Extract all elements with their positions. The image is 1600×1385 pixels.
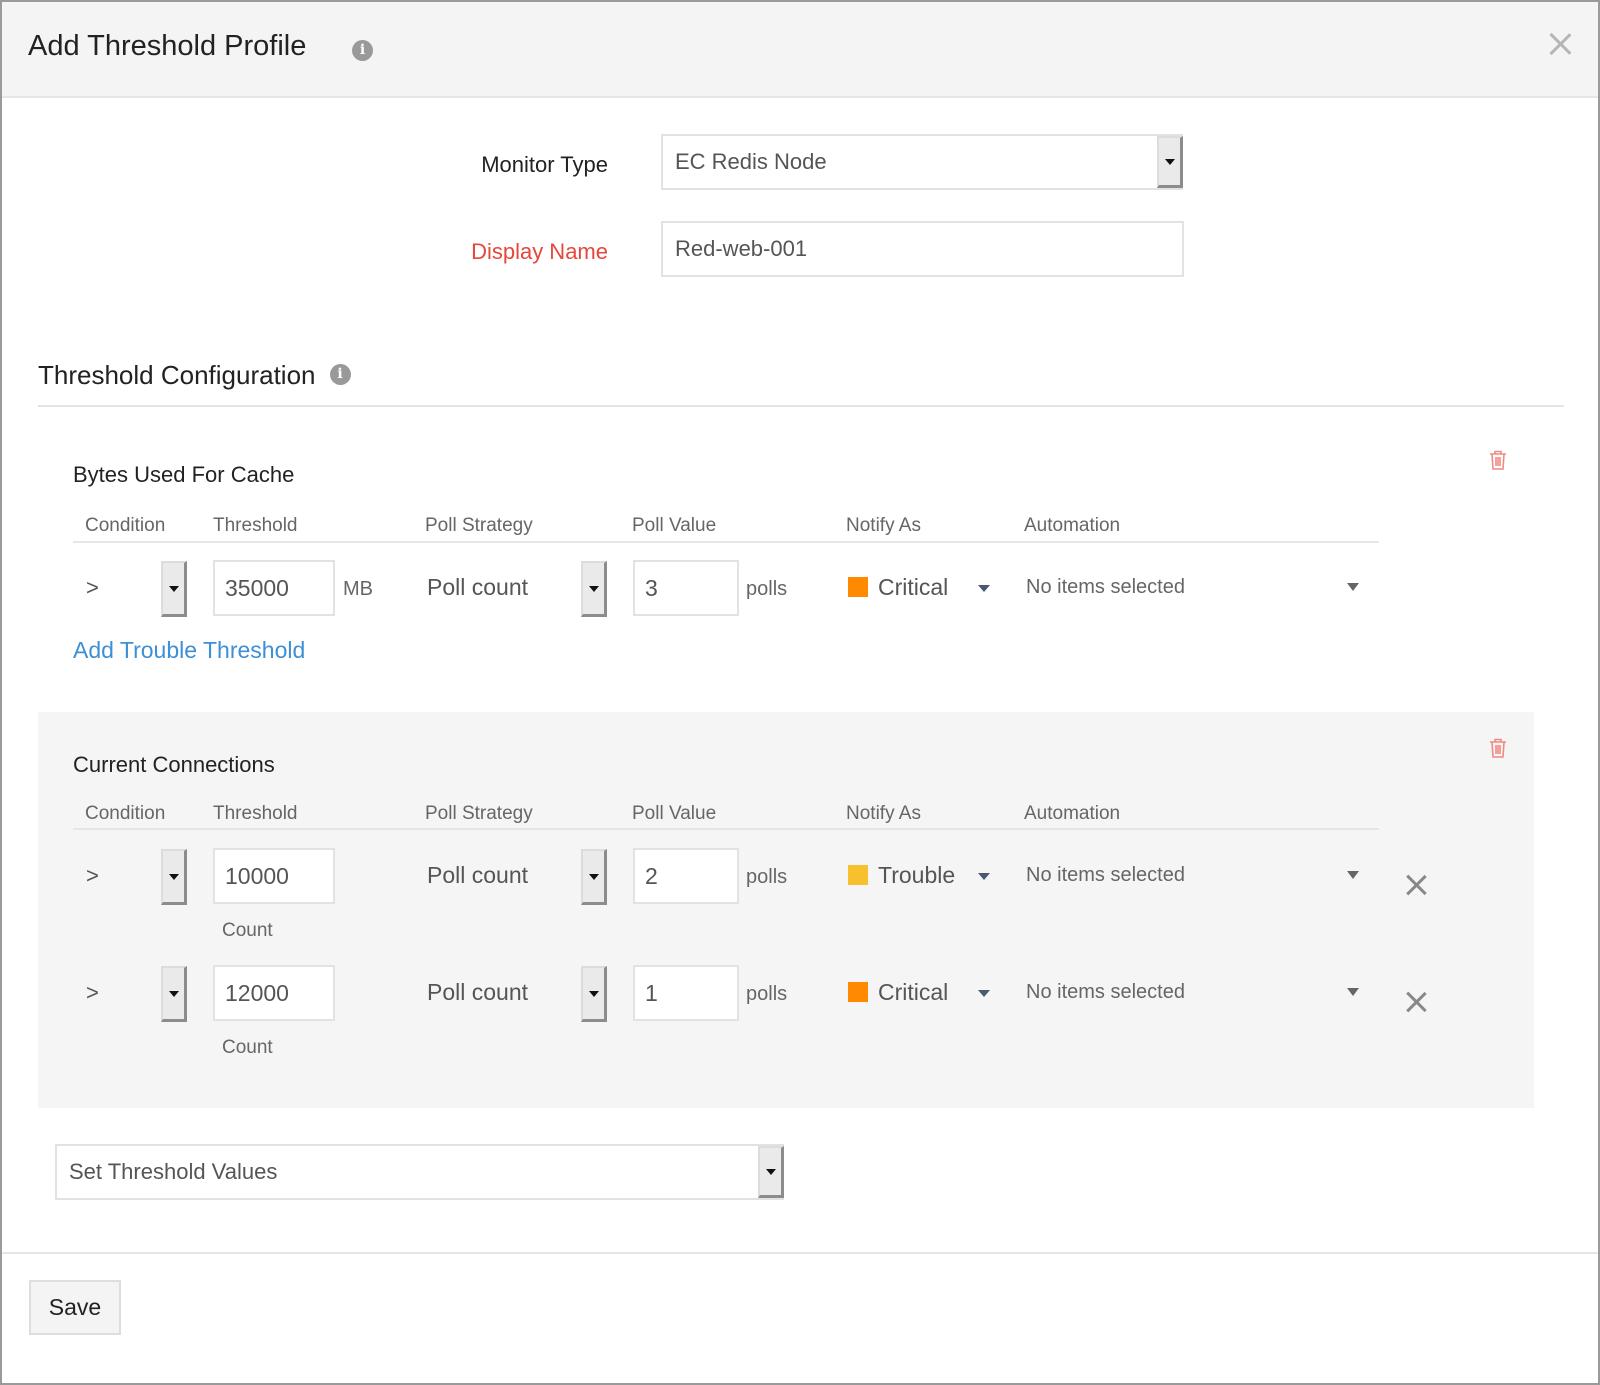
poll-strategy-dropdown[interactable]	[581, 561, 607, 617]
condition-dropdown[interactable]	[161, 966, 187, 1022]
column-header-automation: Automation	[1024, 515, 1121, 536]
column-header-poll-strategy: Poll Strategy	[425, 803, 533, 824]
condition-value: >	[86, 863, 99, 888]
monitor-type-label: Monitor Type	[481, 152, 608, 177]
column-header-condition: Condition	[85, 803, 166, 824]
severity-color-swatch	[848, 577, 868, 597]
notify-as-select[interactable]: Critical	[848, 574, 948, 601]
poll-unit: polls	[746, 866, 788, 888]
notify-as-select[interactable]: Critical	[848, 979, 948, 1006]
display-name-input[interactable]	[661, 221, 1184, 277]
chevron-down-icon[interactable]	[978, 585, 990, 592]
poll-unit: polls	[746, 983, 788, 1005]
remove-row-icon[interactable]	[1405, 991, 1427, 1013]
trash-icon[interactable]	[1488, 449, 1508, 471]
threshold-input[interactable]	[213, 848, 335, 904]
poll-unit: polls	[746, 578, 788, 600]
monitor-type-value: EC Redis Node	[675, 149, 827, 174]
chevron-down-icon[interactable]	[1347, 988, 1359, 996]
monitor-type-select[interactable]: EC Redis Node	[661, 134, 1183, 190]
trash-icon[interactable]	[1488, 737, 1508, 759]
metric-block-current-connections: Current Connections Condition Threshold …	[38, 712, 1534, 1108]
poll-value-input[interactable]	[633, 560, 739, 616]
set-threshold-values-value: Set Threshold Values	[69, 1159, 278, 1184]
automation-select[interactable]: No items selected	[1026, 864, 1185, 887]
chevron-down-icon[interactable]	[978, 990, 990, 997]
save-button[interactable]: Save	[29, 1280, 121, 1335]
column-header-poll-value: Poll Value	[632, 803, 717, 824]
condition-dropdown[interactable]	[161, 849, 187, 905]
poll-strategy-value: Poll count	[427, 862, 529, 888]
close-icon[interactable]	[1546, 30, 1574, 58]
poll-strategy-value: Poll count	[427, 574, 529, 600]
info-icon[interactable]: i	[329, 363, 351, 385]
column-header-threshold: Threshold	[213, 515, 298, 536]
column-header-notify-as: Notify As	[846, 515, 921, 536]
threshold-input[interactable]	[213, 560, 335, 616]
threshold-unit: Count	[222, 1037, 273, 1058]
dialog-header: Add Threshold Profile i	[2, 2, 1598, 98]
poll-strategy-dropdown[interactable]	[581, 966, 607, 1022]
metric-block-bytes-used-for-cache: Bytes Used For Cache Condition Threshold…	[38, 427, 1534, 697]
column-header-automation: Automation	[1024, 803, 1121, 824]
column-header-poll-strategy: Poll Strategy	[425, 515, 533, 536]
threshold-configuration-label: Threshold Configuration	[38, 360, 316, 390]
notify-as-select[interactable]: Trouble	[848, 862, 955, 889]
metric-title: Bytes Used For Cache	[73, 462, 295, 487]
condition-value: >	[86, 575, 99, 600]
severity-color-swatch	[848, 865, 868, 885]
notify-as-value: Critical	[878, 979, 949, 1005]
condition-value: >	[86, 980, 99, 1005]
severity-color-swatch	[848, 982, 868, 1002]
notify-as-value: Critical	[878, 574, 949, 600]
header-divider	[73, 828, 1379, 830]
threshold-input[interactable]	[213, 965, 335, 1021]
automation-select[interactable]: No items selected	[1026, 576, 1185, 599]
chevron-down-icon[interactable]	[1347, 871, 1359, 879]
dialog-title: Add Threshold Profile	[28, 30, 307, 62]
header-divider	[73, 541, 1379, 543]
automation-select[interactable]: No items selected	[1026, 981, 1185, 1004]
add-threshold-profile-dialog: Add Threshold Profile i Monitor Type EC …	[0, 0, 1600, 1385]
condition-dropdown[interactable]	[161, 561, 187, 617]
set-threshold-values-select[interactable]: Set Threshold Values	[55, 1144, 784, 1200]
metric-title: Current Connections	[73, 752, 275, 777]
poll-strategy-value: Poll count	[427, 979, 529, 1005]
poll-value-input[interactable]	[633, 848, 739, 904]
display-name-label: Display Name	[471, 239, 608, 264]
threshold-unit: Count	[222, 920, 273, 941]
footer-divider	[2, 1252, 1598, 1254]
poll-value-input[interactable]	[633, 965, 739, 1021]
notify-as-value: Trouble	[878, 862, 956, 888]
info-icon[interactable]: i	[352, 40, 373, 61]
monitor-type-dropdown-button[interactable]	[1157, 136, 1183, 188]
poll-strategy-dropdown[interactable]	[581, 849, 607, 905]
section-divider	[38, 405, 1564, 407]
chevron-down-icon[interactable]	[978, 873, 990, 880]
column-header-threshold: Threshold	[213, 803, 298, 824]
column-header-condition: Condition	[85, 515, 166, 536]
threshold-unit: MB	[343, 578, 373, 600]
column-header-notify-as: Notify As	[846, 803, 921, 824]
set-threshold-values-dropdown-button[interactable]	[758, 1146, 784, 1198]
add-trouble-threshold-link[interactable]: Add Trouble Threshold	[73, 637, 305, 664]
remove-row-icon[interactable]	[1405, 874, 1427, 896]
chevron-down-icon[interactable]	[1347, 583, 1359, 591]
column-header-poll-value: Poll Value	[632, 515, 717, 536]
threshold-configuration-title: Threshold Configuration i	[38, 360, 351, 391]
